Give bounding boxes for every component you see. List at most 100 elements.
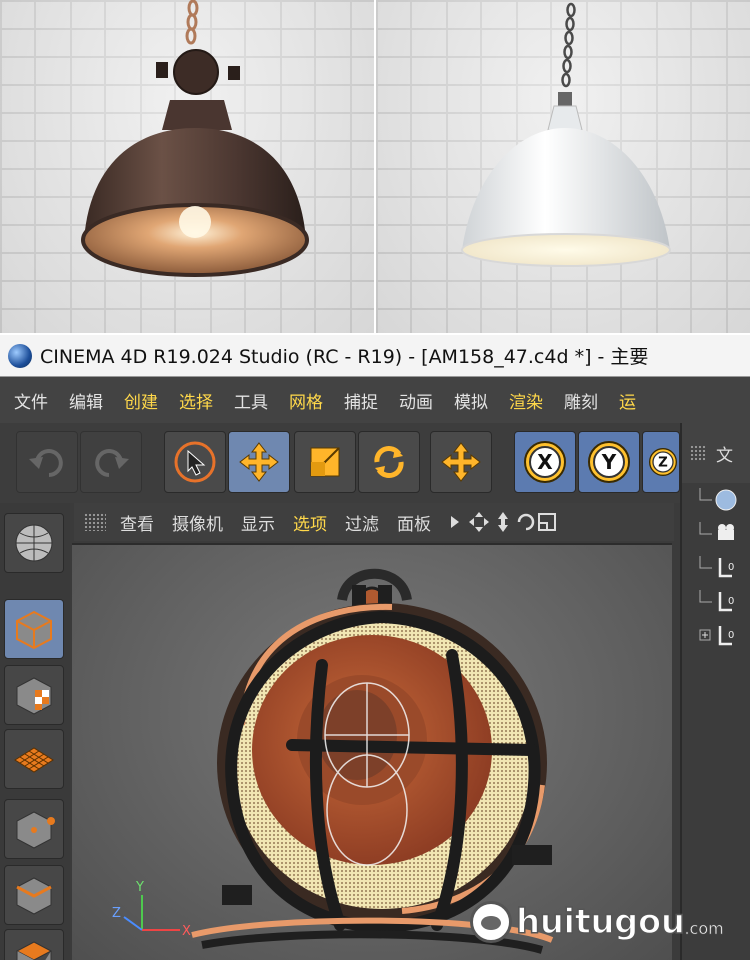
move-button[interactable] xyxy=(228,431,290,493)
menu-simulate[interactable]: 模拟 xyxy=(454,388,488,413)
edges-mode-button[interactable] xyxy=(4,865,64,925)
vp-menu-camera[interactable]: 摄像机 xyxy=(172,510,223,535)
watermark-domain: .com xyxy=(684,918,724,938)
preview-rusty-pendant-lamp xyxy=(0,0,374,333)
y-axis-label: Y xyxy=(601,450,617,474)
gizmo-x-label: X xyxy=(182,924,191,939)
z-axis-lock-button[interactable]: Z xyxy=(642,431,680,493)
model-cube-icon xyxy=(16,610,52,650)
point-cube-icon xyxy=(16,811,55,849)
texture-mode-button[interactable] xyxy=(4,665,64,725)
preview-white-pendant-lamp xyxy=(376,0,750,333)
redo-icon xyxy=(95,449,129,477)
vp-menu-panel[interactable]: 面板 xyxy=(397,510,431,535)
site-watermark: huitugou .com xyxy=(470,897,724,947)
edge-cube-icon xyxy=(16,877,52,915)
object-row-null-3[interactable]: 0 xyxy=(682,619,750,653)
vp-menu-view[interactable]: 查看 xyxy=(120,510,154,535)
points-mode-button[interactable] xyxy=(4,799,64,859)
x-axis-label: X xyxy=(537,450,553,474)
z-axis-icon: Z xyxy=(649,448,677,476)
menu-snap[interactable]: 捕捉 xyxy=(344,388,378,413)
menu-motion[interactable]: 运 xyxy=(619,388,636,413)
menu-select[interactable]: 选择 xyxy=(179,388,213,413)
workplane-mode-button[interactable] xyxy=(4,729,64,789)
watermark-brand: huitugou xyxy=(515,901,685,943)
zoom-view-icon xyxy=(498,512,508,532)
main-menu-bar: 文件 编辑 创建 选择 工具 网格 捕捉 动画 模拟 渲染 雕刻 运 xyxy=(0,377,750,423)
svg-text:0: 0 xyxy=(728,630,734,641)
undo-button[interactable] xyxy=(16,431,78,493)
left-tool-palette xyxy=(0,503,70,960)
rotate-view-icon xyxy=(517,513,535,531)
menu-edit[interactable]: 编辑 xyxy=(69,388,103,413)
move-tool-button[interactable] xyxy=(430,431,492,493)
preview-renders xyxy=(0,0,750,333)
camera-icon xyxy=(699,522,734,540)
vp-menu-options[interactable]: 选项 xyxy=(293,510,327,535)
gizmo-y-label: Y xyxy=(135,880,144,895)
scale-button[interactable] xyxy=(294,431,356,493)
main-toolbar: X Y Z xyxy=(0,423,680,503)
polygons-mode-button[interactable] xyxy=(4,929,64,960)
object-manager-panel: 文 0 0 0 xyxy=(680,423,750,960)
mascot-logo-icon xyxy=(470,901,512,943)
y-axis-lock-button[interactable]: Y xyxy=(578,431,640,493)
x-axis-lock-button[interactable]: X xyxy=(514,431,576,493)
polygon-cube-icon xyxy=(15,941,53,960)
vp-menu-display[interactable]: 显示 xyxy=(241,510,275,535)
menu-animate[interactable]: 动画 xyxy=(399,388,433,413)
window-title: CINEMA 4D R19.024 Studio (RC - R19) - [A… xyxy=(40,346,649,368)
object-row-null-2[interactable]: 0 xyxy=(682,585,750,619)
grid-plane-icon xyxy=(14,747,54,773)
window-title-bar: CINEMA 4D R19.024 Studio (RC - R19) - [A… xyxy=(0,335,750,377)
svg-text:0: 0 xyxy=(728,562,734,573)
undo-icon xyxy=(29,449,63,477)
z-axis-label: Z xyxy=(658,456,668,471)
panel-grip-icon[interactable] xyxy=(690,445,706,461)
rotate-icon xyxy=(374,446,404,478)
object-row-null-1[interactable]: 0 xyxy=(682,551,750,585)
menu-create[interactable]: 创建 xyxy=(124,388,158,413)
menu-sculpt[interactable]: 雕刻 xyxy=(564,388,598,413)
move-icon xyxy=(239,442,279,482)
checker-cube-icon xyxy=(16,677,52,715)
menu-render[interactable]: 渲染 xyxy=(509,388,543,413)
object-row-camera[interactable] xyxy=(682,517,750,551)
rusty-lamp-illustration xyxy=(81,0,309,277)
model-mode-button[interactable] xyxy=(4,599,64,659)
live-selection-icon xyxy=(174,441,216,483)
pan-view-icon xyxy=(469,512,489,532)
null-object-icon: 0 xyxy=(699,590,734,612)
menu-mesh[interactable]: 网格 xyxy=(289,388,323,413)
menu-tools[interactable]: 工具 xyxy=(234,388,268,413)
globe-grid-icon xyxy=(15,524,53,562)
vp-menu-filter[interactable]: 过滤 xyxy=(345,510,379,535)
sky-sphere-icon xyxy=(699,488,737,511)
workplane-button[interactable] xyxy=(4,513,64,573)
menu-file[interactable]: 文件 xyxy=(14,388,48,413)
object-row-sky[interactable] xyxy=(682,483,750,517)
cinema4d-logo-icon xyxy=(8,343,32,368)
expand-null-icon: 0 xyxy=(699,626,734,646)
white-lamp-illustration xyxy=(461,2,671,267)
scale-icon xyxy=(310,447,340,477)
viewport-menu-bar: 查看 摄像机 显示 选项 过滤 面板 xyxy=(74,503,674,541)
object-manager-menu-file[interactable]: 文 xyxy=(716,441,733,466)
y-axis-icon: Y xyxy=(588,441,630,483)
panel-grip-icon[interactable] xyxy=(84,513,106,531)
rotate-button[interactable] xyxy=(358,431,420,493)
cinema4d-app: 文件 编辑 创建 选择 工具 网格 捕捉 动画 模拟 渲染 雕刻 运 X Y Z… xyxy=(0,377,750,960)
move-tool-icon xyxy=(441,442,481,482)
redo-button[interactable] xyxy=(80,431,142,493)
viewport-nav-icons xyxy=(451,512,556,532)
gizmo-z-label: Z xyxy=(112,906,121,921)
maximize-view-icon xyxy=(538,513,556,531)
axis-gizmo xyxy=(123,895,180,931)
x-axis-icon: X xyxy=(524,441,566,483)
svg-text:0: 0 xyxy=(728,596,734,607)
object-manager-header: 文 xyxy=(682,423,750,483)
expand-arrow-icon xyxy=(451,516,459,528)
null-object-icon: 0 xyxy=(699,556,734,578)
live-selection-button[interactable] xyxy=(164,431,226,493)
